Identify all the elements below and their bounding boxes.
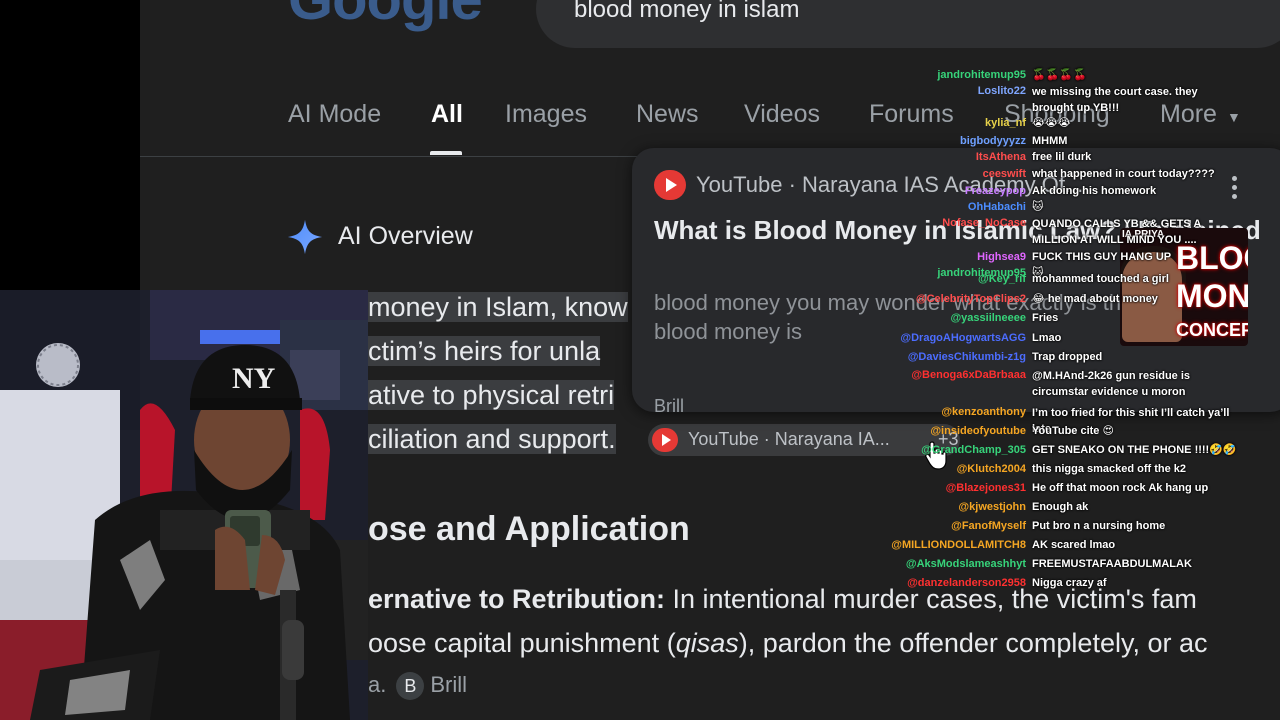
chat-text: what happened in court today???? <box>1032 168 1215 180</box>
chat-username[interactable]: Freazeypop <box>965 184 1026 198</box>
chat-username[interactable]: @GrandChamp_305 <box>921 443 1026 457</box>
chat-username[interactable]: jandrohitemup95 <box>937 68 1026 82</box>
tab-videos[interactable]: Videos <box>744 100 820 129</box>
chat-text: 😂 he mad about money <box>1032 293 1158 305</box>
source-chip-label: YouTube · Narayana IA... <box>688 429 890 449</box>
chat-username[interactable]: OhHabachi <box>968 200 1026 214</box>
chat-text: FUCK THIS GUY HANG UP <box>1032 251 1172 263</box>
tab-news[interactable]: News <box>636 100 699 129</box>
paragraph-text: oose capital punishment ( <box>368 628 676 658</box>
chat-username[interactable]: @DaviesChikumbi-z1g <box>908 350 1026 364</box>
chat-username[interactable]: @DragoAHogwartsAGG <box>900 331 1026 345</box>
chat-text: @M.HAnd-2k26 gun residue is circumstar e… <box>1032 370 1191 398</box>
chat-username[interactable]: @MILLIONDOLLAMITCH8 <box>891 538 1026 552</box>
chat-username[interactable]: kylia_nf <box>985 116 1026 130</box>
chat-text: Enough ak <box>1032 501 1089 513</box>
chat-username[interactable]: ItsAthena <box>976 150 1026 164</box>
chat-username[interactable]: @kenzoanthony <box>941 405 1026 419</box>
letterbox-panel <box>0 0 140 290</box>
tab-forums[interactable]: Forums <box>869 100 954 129</box>
tab-ai-mode[interactable]: AI Mode <box>288 100 381 129</box>
chat-text: GET SNEAKO ON THE PHONE !!!!🤣🤣 <box>1032 444 1237 456</box>
chat-text: Ak doing his homework <box>1032 185 1157 197</box>
ai-overview-text: ciliation and support. <box>368 424 616 454</box>
chat-text: He off that moon rock Ak hang up <box>1032 482 1209 494</box>
ai-overview-line: ctim’s heirs for unla <box>368 336 601 367</box>
chat-text: FREEMUSTAFAABDULMALAK <box>1032 558 1192 570</box>
chat-text: we missing the court case. they brought … <box>1032 86 1198 114</box>
chat-username[interactable]: @kjwestjohn <box>958 500 1026 514</box>
chat-username[interactable]: Highsea9 <box>977 250 1026 264</box>
ai-overview-line: money in Islam, know <box>368 292 628 323</box>
brill-icon: B <box>396 672 425 701</box>
thumbnail-title-line: CONCEPT <box>1176 320 1248 340</box>
search-box[interactable]: blood money in islam <box>536 0 1280 48</box>
ai-overview-text: ative to physical retri <box>368 380 615 410</box>
google-logo[interactable]: Google <box>288 0 483 33</box>
chat-username[interactable]: @Blazejones31 <box>946 481 1026 495</box>
more-options-icon[interactable] <box>1232 176 1238 200</box>
streamer-webcam: NY <box>0 290 368 720</box>
chat-username[interactable]: @insideofyoutube <box>930 424 1026 438</box>
chat-text: mohammed touched a girl <box>1032 273 1169 285</box>
chat-username[interactable]: @Klutch2004 <box>957 462 1026 476</box>
chat-text: AK scared lmao <box>1032 539 1116 551</box>
tab-all[interactable]: All <box>431 100 463 129</box>
search-query[interactable]: blood money in islam <box>574 0 799 24</box>
chat-username[interactable]: @AksModslameashhyt <box>906 557 1026 571</box>
section-heading: ose and Application <box>368 510 690 548</box>
chat-text: Nigga crazy af <box>1032 577 1107 589</box>
chat-username[interactable]: @Benoga6xDaBrbaaa <box>911 368 1026 382</box>
chat-text: Put bro n a nursing home <box>1032 520 1166 532</box>
source-chip[interactable]: YouTube · Narayana IA... +3 <box>648 424 960 456</box>
ai-overview-line: ative to physical retri <box>368 380 615 411</box>
card-next-source[interactable]: Brill <box>654 396 684 412</box>
tab-images[interactable]: Images <box>505 100 587 129</box>
chat-text: this nigga smacked off the k2 <box>1032 463 1187 475</box>
ai-overview-title: AI Overview <box>338 222 473 250</box>
brill-label: Brill <box>430 672 468 697</box>
chat-text: MHMM <box>1032 135 1068 147</box>
source-prefix: a. <box>368 672 387 697</box>
ai-overview-text: ctim’s heirs for unla <box>368 336 601 366</box>
chat-text: 🍒🍒🍒🍒 <box>1032 69 1087 81</box>
chat-username[interactable]: @CelebrityTopClips2 <box>916 292 1026 306</box>
chat-username[interactable]: @Key_rif <box>978 272 1026 286</box>
ai-overview-text: money in Islam, know <box>368 292 628 322</box>
svg-text:NY: NY <box>232 362 276 395</box>
brill-source-chip[interactable]: a. B Brill <box>368 672 467 704</box>
chat-username[interactable]: @danzelanderson2958 <box>907 576 1026 590</box>
chat-username[interactable]: @yassiilneeee <box>950 311 1026 325</box>
chat-text: Lmao <box>1032 332 1062 344</box>
youtube-icon <box>652 428 678 452</box>
chat-text: 🐱 <box>1032 201 1044 213</box>
chat-username[interactable]: @FanofMyself <box>951 519 1026 533</box>
sparkle-icon <box>287 219 323 255</box>
chat-text: YouTube cite 😍 <box>1032 425 1114 437</box>
paragraph-text: ), pardon the offender completely, or ac <box>738 628 1208 658</box>
active-tab-indicator <box>430 151 462 155</box>
chat-username[interactable]: bigbodyyyzz <box>960 134 1026 148</box>
chat-username[interactable]: ceeswift <box>983 167 1026 181</box>
chat-username[interactable]: Nofase_NoCase <box>942 216 1026 230</box>
chat-text: Trap dropped <box>1032 351 1103 363</box>
paragraph-bold: ernative to Retribution: <box>368 584 666 614</box>
thumbnail-title-line: MON <box>1176 278 1248 314</box>
chat-text: Fries <box>1032 312 1059 324</box>
chat-username[interactable]: Loslito22 <box>978 84 1026 98</box>
chat-text: QUANDO CALLS YB && GETS A MILLION AT WIL… <box>1032 218 1201 246</box>
chat-text: 😭😭😭 <box>1032 117 1071 129</box>
paragraph-italic: qisas <box>675 628 739 658</box>
overview-paragraph-line2: oose capital punishment (qisas), pardon … <box>368 628 1208 659</box>
ai-overview-line: ciliation and support. <box>368 424 616 455</box>
youtube-icon <box>654 170 686 200</box>
chat-text: free lil durk <box>1032 151 1092 163</box>
webcam-scene: NY <box>0 290 368 720</box>
